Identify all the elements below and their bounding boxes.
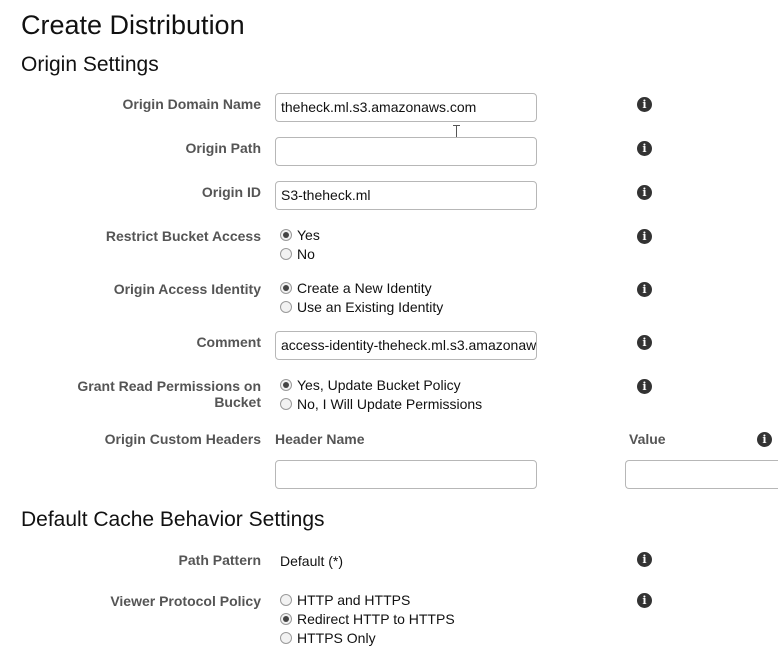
origin-access-identity-label: Origin Access Identity bbox=[113, 281, 261, 297]
info-icon[interactable]: i bbox=[637, 185, 652, 200]
radio-unselected[interactable] bbox=[280, 248, 292, 260]
radio-unselected[interactable] bbox=[280, 594, 292, 606]
radio-unselected[interactable] bbox=[280, 632, 292, 644]
option-label: Yes, Update Bucket Policy bbox=[297, 377, 461, 393]
info-icon[interactable]: i bbox=[757, 432, 772, 447]
page-title: Create Distribution bbox=[21, 10, 245, 40]
info-icon[interactable]: i bbox=[637, 229, 652, 244]
origin-id-input[interactable]: S3-theheck.ml bbox=[275, 181, 537, 210]
header-name-column-label: Header Name bbox=[275, 431, 365, 447]
info-icon[interactable]: i bbox=[637, 335, 652, 350]
radio-unselected[interactable] bbox=[280, 398, 292, 410]
comment-label: Comment bbox=[196, 334, 261, 350]
update-bucket-policy-option[interactable]: Yes, Update Bucket Policy bbox=[280, 376, 461, 394]
radio-unselected[interactable] bbox=[280, 301, 292, 313]
option-label: Create a New Identity bbox=[297, 280, 432, 296]
option-label: Redirect HTTP to HTTPS bbox=[297, 611, 455, 627]
path-pattern-label: Path Pattern bbox=[178, 552, 261, 568]
comment-input[interactable]: access-identity-theheck.ml.s3.amazonaws.… bbox=[275, 331, 537, 360]
info-icon[interactable]: i bbox=[637, 282, 652, 297]
value-column-label: Value bbox=[629, 431, 666, 447]
radio-selected[interactable] bbox=[280, 229, 292, 241]
use-existing-identity-option[interactable]: Use an Existing Identity bbox=[280, 298, 443, 316]
info-icon[interactable]: i bbox=[637, 552, 652, 567]
radio-selected[interactable] bbox=[280, 613, 292, 625]
will-update-permissions-option[interactable]: No, I Will Update Permissions bbox=[280, 395, 482, 413]
section-title-default-cache-behavior: Default Cache Behavior Settings bbox=[21, 508, 325, 531]
grant-read-permissions-label: Grant Read Permissions on bbox=[77, 378, 261, 394]
option-label: Yes bbox=[297, 227, 320, 243]
restrict-bucket-no-option[interactable]: No bbox=[280, 245, 315, 263]
info-icon[interactable]: i bbox=[637, 379, 652, 394]
grant-read-permissions-label-line2: Bucket bbox=[214, 394, 261, 410]
https-only-option[interactable]: HTTPS Only bbox=[280, 629, 376, 647]
redirect-http-to-https-option[interactable]: Redirect HTTP to HTTPS bbox=[280, 610, 455, 628]
restrict-bucket-access-label: Restrict Bucket Access bbox=[105, 228, 261, 244]
origin-domain-name-label: Origin Domain Name bbox=[122, 96, 261, 112]
option-label: HTTP and HTTPS bbox=[297, 592, 411, 608]
origin-path-label: Origin Path bbox=[185, 140, 261, 156]
origin-path-input[interactable] bbox=[275, 137, 537, 166]
option-label: Use an Existing Identity bbox=[297, 299, 444, 315]
create-new-identity-option[interactable]: Create a New Identity bbox=[280, 279, 432, 297]
origin-domain-name-input[interactable]: theheck.ml.s3.amazonaws.com bbox=[275, 93, 537, 122]
option-label: No, I Will Update Permissions bbox=[297, 396, 483, 412]
path-pattern-value: Default (*) bbox=[280, 553, 344, 569]
info-icon[interactable]: i bbox=[637, 141, 652, 156]
header-name-input[interactable] bbox=[275, 460, 537, 489]
info-icon[interactable]: i bbox=[637, 593, 652, 608]
option-label: HTTPS Only bbox=[297, 630, 376, 646]
header-value-input[interactable] bbox=[625, 460, 778, 489]
origin-custom-headers-label: Origin Custom Headers bbox=[104, 431, 261, 447]
section-title-origin-settings: Origin Settings bbox=[21, 53, 159, 76]
radio-selected[interactable] bbox=[280, 282, 292, 294]
info-icon[interactable]: i bbox=[637, 97, 652, 112]
viewer-protocol-policy-label: Viewer Protocol Policy bbox=[110, 593, 261, 609]
radio-selected[interactable] bbox=[280, 379, 292, 391]
restrict-bucket-yes-option[interactable]: Yes bbox=[280, 226, 320, 244]
http-and-https-option[interactable]: HTTP and HTTPS bbox=[280, 591, 410, 609]
origin-id-label: Origin ID bbox=[201, 184, 261, 200]
option-label: No bbox=[297, 246, 315, 262]
